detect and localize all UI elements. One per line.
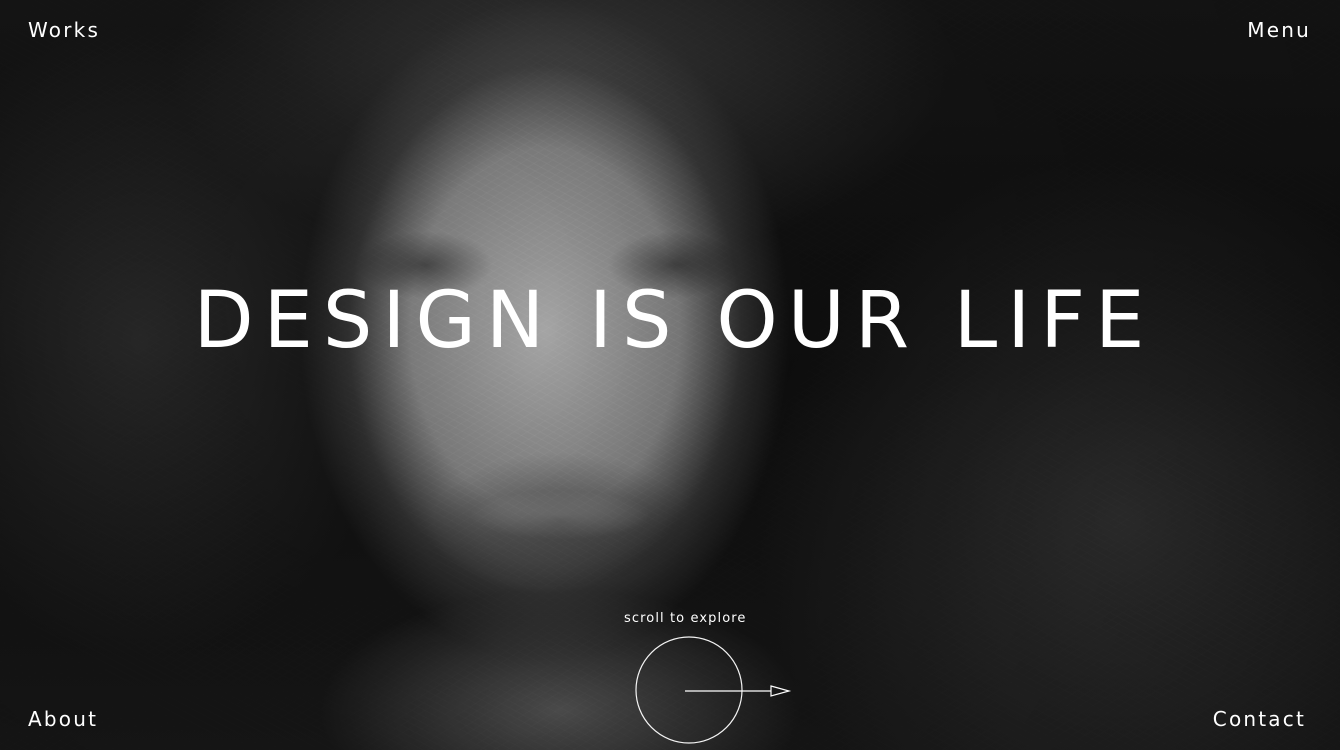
hero-section: Works Menu DESIGN IS OUR LIFE scroll to … [0, 0, 1340, 750]
scroll-indicator[interactable]: scroll to explore [600, 612, 810, 747]
hero-headline: DESIGN IS OUR LIFE [193, 276, 1155, 366]
arrow-right-icon [685, 685, 792, 697]
contact-link[interactable]: Contact [1213, 709, 1306, 729]
menu-button[interactable]: Menu [1247, 20, 1311, 40]
scroll-label: scroll to explore [624, 611, 747, 626]
works-link[interactable]: Works [28, 20, 100, 40]
scroll-circle-icon[interactable] [635, 636, 795, 746]
about-link[interactable]: About [28, 709, 98, 729]
